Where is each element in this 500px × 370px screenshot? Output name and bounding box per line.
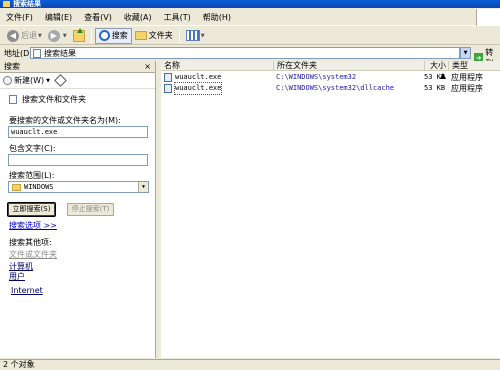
window-icon xyxy=(3,1,10,7)
search-pane: 搜索 × 新建(W) ▼ 搜索文件和文件夹 要搜索的文件或文件夹名为(M): w… xyxy=(0,61,156,358)
new-search-button[interactable]: 新建(W) ▼ xyxy=(3,75,50,86)
filename-input[interactable]: wuauclt.exe xyxy=(8,126,148,138)
address-input[interactable]: 搜索结果 xyxy=(30,47,460,59)
address-dropdown-button[interactable]: ▼ xyxy=(460,47,471,59)
search-criteria-label: 搜索文件和文件夹 xyxy=(22,94,86,104)
menu-view[interactable]: 查看(V) xyxy=(78,9,118,26)
toolbar-separator xyxy=(178,28,180,43)
search-criteria-heading: 搜索文件和文件夹 xyxy=(0,93,155,105)
result-name-cell: wuauclt.exe xyxy=(164,82,223,95)
chevron-down-icon[interactable]: ▼ xyxy=(138,182,148,192)
column-size-label: 大小 xyxy=(430,61,446,70)
look-in-value: WINDOWS xyxy=(24,182,54,191)
result-size: 53 KB xyxy=(424,73,446,81)
menu-tools[interactable]: 工具(T) xyxy=(158,9,197,26)
result-folder: C:\WINDOWS\system32 xyxy=(276,73,357,81)
toolbar-separator xyxy=(90,28,92,43)
result-type: 应用程序 xyxy=(451,84,483,93)
views-button[interactable]: ▼ xyxy=(183,28,208,44)
document-search-icon xyxy=(9,94,17,104)
chevron-down-icon: ▼ xyxy=(62,32,67,39)
menu-file[interactable]: 文件(F) xyxy=(0,9,39,26)
scope-label: 搜索范围(L): xyxy=(9,171,55,180)
search-label: 搜索 xyxy=(111,31,128,40)
result-row[interactable]: wuauclt.exe C:\WINDOWS\system32 53 KB 应用… xyxy=(161,72,500,83)
result-name-cell: wuauclt.exe xyxy=(164,72,221,83)
views-icon xyxy=(185,30,200,41)
folders-button[interactable]: 文件夹 xyxy=(132,28,176,44)
status-bar: 2 个对象 xyxy=(0,359,500,370)
window-title: 搜索结果 xyxy=(13,0,41,8)
text-label: 包含文字(C): xyxy=(9,144,56,153)
executable-file-icon xyxy=(164,84,172,93)
column-name[interactable]: 名称 xyxy=(161,61,274,71)
back-arrow-icon: ◀ xyxy=(7,29,19,42)
result-folder: C:\WINDOWS\system32\dllcache xyxy=(276,84,395,92)
containing-text-input[interactable] xyxy=(8,154,148,166)
results-list: 名称 所在文件夹 大小 ▲ 类型 wuauclt.exe C:\WINDOWS\… xyxy=(161,61,500,358)
internet-link[interactable]: Internet xyxy=(11,286,43,295)
search-pane-header: 搜索 × xyxy=(0,61,155,73)
back-label: 后退 xyxy=(21,31,37,40)
close-icon[interactable]: × xyxy=(144,61,151,73)
column-folder[interactable]: 所在文件夹 xyxy=(274,61,425,71)
chevron-down-icon: ▼ xyxy=(200,32,205,39)
name-label: 要搜索的文件或文件夹名为(M): xyxy=(9,116,121,125)
column-size[interactable]: 大小 ▲ xyxy=(425,61,449,80)
back-button[interactable]: ◀ 后退 ▼ xyxy=(4,28,45,44)
folders-label: 文件夹 xyxy=(148,31,173,40)
look-in-select[interactable]: WINDOWS ▼ xyxy=(8,181,149,193)
up-folder-icon xyxy=(72,27,85,42)
new-search-icon xyxy=(3,76,12,85)
result-name: wuauclt.exe xyxy=(175,73,222,81)
search-button[interactable]: 搜索 xyxy=(94,27,132,44)
status-text: 2 个对象 xyxy=(3,360,35,369)
up-folder-button[interactable] xyxy=(70,27,88,44)
menu-bar: 文件(F) 编辑(E) 查看(V) 收藏(A) 工具(T) 帮助(H) xyxy=(0,9,500,26)
clear-icon[interactable] xyxy=(54,74,67,87)
result-size: 53 KB xyxy=(424,84,446,92)
windows-logo-icon xyxy=(476,9,500,26)
menu-edit[interactable]: 编辑(E) xyxy=(39,9,78,26)
menu-favorites[interactable]: 收藏(A) xyxy=(118,9,158,26)
folder-icon xyxy=(12,183,21,191)
title-bar: 搜索结果 xyxy=(0,0,500,8)
chevron-down-icon: ▼ xyxy=(38,32,42,39)
search-icon xyxy=(98,30,110,41)
search-pane-title: 搜索 xyxy=(4,62,20,71)
search-now-button[interactable]: 立即搜索(S) xyxy=(7,202,56,217)
folder-icon xyxy=(134,31,147,40)
search-results-icon xyxy=(33,48,41,58)
forward-button[interactable]: ▶ ▼ xyxy=(45,28,70,44)
menu-help[interactable]: 帮助(H) xyxy=(197,9,237,26)
column-header-row: 名称 所在文件夹 大小 ▲ 类型 xyxy=(161,61,500,80)
other-files-link[interactable]: 文件或文件夹 xyxy=(9,249,57,260)
result-name: wuauclt.exe xyxy=(173,82,223,95)
toolbar: ◀ 后退 ▼ ▶ ▼ 搜索 文件夹 ▼ xyxy=(0,27,500,45)
executable-file-icon xyxy=(164,73,172,82)
result-row[interactable]: wuauclt.exe C:\WINDOWS\system32\dllcache… xyxy=(161,82,500,95)
search-options-link[interactable]: 搜索选项 >> xyxy=(9,220,57,231)
other-items-label: 搜索其他项: xyxy=(9,238,52,247)
search-pane-toolbar: 新建(W) ▼ xyxy=(0,73,155,89)
forward-arrow-icon: ▶ xyxy=(47,29,60,42)
column-type[interactable]: 类型 xyxy=(449,61,500,71)
people-link[interactable]: 用户 xyxy=(9,271,25,282)
chevron-down-icon: ▼ xyxy=(46,77,51,84)
result-type: 应用程序 xyxy=(451,73,483,82)
address-bar: 地址(D) 搜索结果 ▼ ➜ 转到 xyxy=(0,46,500,68)
stop-search-button[interactable]: 停止搜索(T) xyxy=(67,203,114,216)
new-search-label: 新建(W) xyxy=(14,76,45,85)
address-value: 搜索结果 xyxy=(44,48,76,58)
